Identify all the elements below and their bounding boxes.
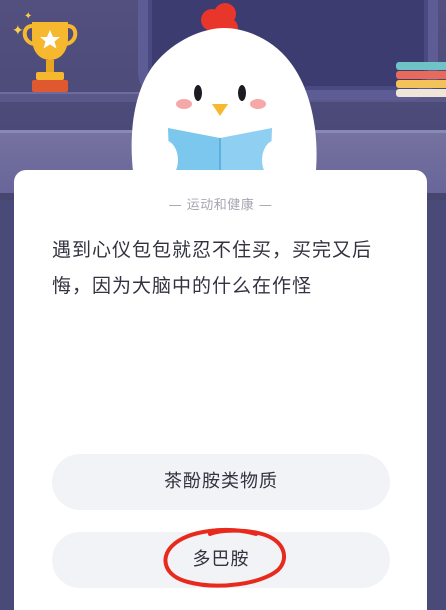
answer-option-2[interactable]: 多巴胺 xyxy=(52,532,390,588)
category-label: — 运动和健康 — xyxy=(168,198,273,213)
answer-option-1[interactable]: 茶酚胺类物质 xyxy=(52,454,390,510)
sparkle-icon: ✦ xyxy=(24,11,33,22)
books-icon xyxy=(396,62,446,97)
question-text: 遇到心仪包包就忍不住买，买完又后悔，因为大脑中的什么在作怪 xyxy=(52,239,373,297)
quiz-screen: ✦ ✦ — 运动和健康 — 遇到心仪包包就忍不住买，买完又后悔，因为大脑中的什么… xyxy=(0,0,446,610)
question-card: — 运动和健康 — 遇到心仪包包就忍不住买，买完又后悔，因为大脑中的什么在作怪 … xyxy=(14,170,427,610)
trophy-icon xyxy=(22,22,78,92)
sparkle-icon: ✦ xyxy=(12,23,24,39)
